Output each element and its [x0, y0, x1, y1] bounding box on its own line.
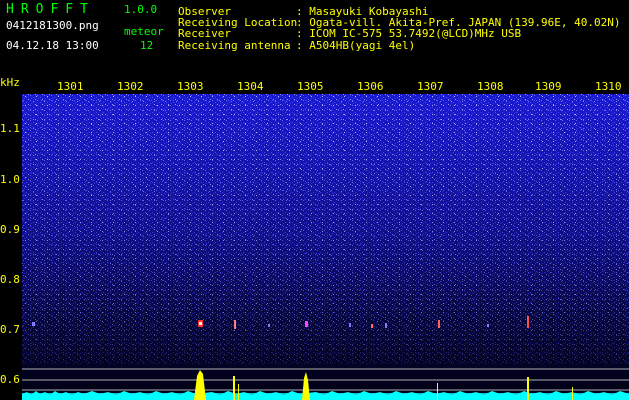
spectrogram-plot [22, 94, 629, 400]
meteor-echo [487, 324, 489, 327]
x-tick-label: 1310 [595, 80, 622, 93]
observation-datetime: 04.12.18 13:00 [6, 39, 99, 52]
antenna-label: Receiving antenna [178, 39, 291, 52]
meteor-count: 12 [140, 39, 154, 52]
x-tick-label: 1303 [177, 80, 204, 93]
meteor-label: meteor [124, 25, 164, 38]
y-tick-label: 0.7 [0, 323, 20, 336]
app-version: 1.0.0 [124, 3, 158, 16]
x-tick-label: 1308 [477, 80, 504, 93]
y-tick-label: 0.8 [0, 273, 20, 286]
image-filename: 0412181300.png [6, 19, 99, 32]
meteor-echo [385, 323, 387, 328]
meteor-echo [305, 321, 308, 327]
x-tick-label: 1301 [57, 80, 84, 93]
meteor-echo [32, 322, 35, 326]
x-tick-label: 1304 [237, 80, 264, 93]
y-tick-label: 1.0 [0, 173, 20, 186]
meteor-peak [437, 383, 438, 400]
meteor-echo [371, 324, 373, 328]
y-tick-label: 0.6 [0, 373, 20, 386]
x-tick-label: 1305 [297, 80, 324, 93]
app-logo: HROFFT [6, 2, 95, 17]
y-tick-label: 0.9 [0, 223, 20, 236]
noise-texture [22, 94, 629, 364]
x-tick-label: 1302 [117, 80, 144, 93]
time-axis: 1301 1302 1303 1304 1305 1306 1307 1308 … [0, 76, 629, 94]
y-unit-label: kHz [0, 76, 20, 89]
meteor-peak [233, 376, 235, 400]
meteor-peak [572, 387, 573, 400]
meteor-echo [199, 322, 202, 325]
y-tick-label: 1.1 [0, 122, 20, 135]
meteor-echo [234, 320, 236, 329]
meteor-peak [238, 384, 239, 400]
antenna-value: : A504HB(yagi 4el) [296, 39, 416, 52]
meteor-echo [349, 323, 351, 327]
meteor-echo [438, 320, 440, 328]
x-tick-label: 1307 [417, 80, 444, 93]
meteor-echo [268, 324, 270, 327]
frequency-axis: kHz 1.1 1.0 0.9 0.8 0.7 0.6 [0, 76, 22, 400]
meteor-peak [527, 377, 529, 400]
x-tick-label: 1306 [357, 80, 384, 93]
header-panel: HROFFT 1.0.0 0412181300.png 04.12.18 13:… [0, 0, 629, 76]
meteor-echo [527, 316, 529, 328]
x-tick-label: 1309 [535, 80, 562, 93]
